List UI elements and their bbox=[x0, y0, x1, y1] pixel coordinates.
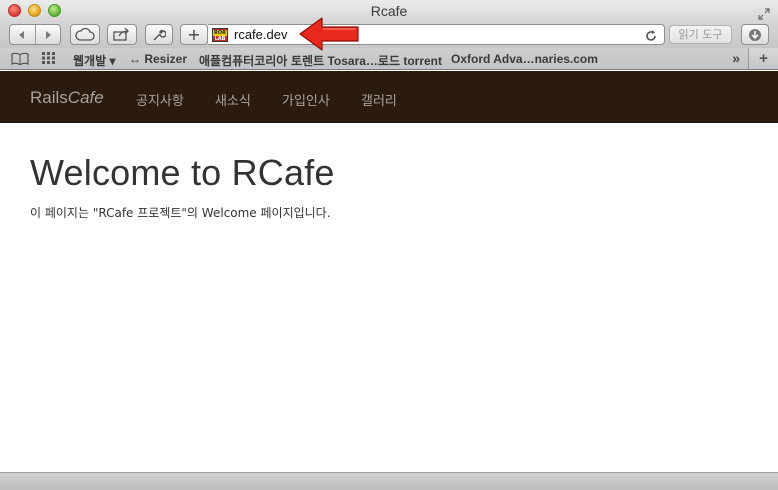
site-navbar: RailsCafe 공지사항 새소식 가입인사 갤러리 bbox=[0, 71, 778, 123]
reload-icon[interactable] bbox=[644, 28, 658, 47]
bookmark-item[interactable]: 애플컴퓨터코리아 bbox=[199, 52, 287, 69]
tools-button[interactable] bbox=[145, 24, 173, 45]
bookmarks-bar: 웹개발 ▾ ↔ Resizer 애플컴퓨터코리아 토렌트 Tosara…로드 t… bbox=[0, 48, 778, 70]
site-brand[interactable]: RailsCafe bbox=[30, 88, 104, 108]
window-bottom-bar bbox=[0, 472, 778, 490]
grid-icon[interactable] bbox=[42, 52, 56, 67]
brand-plain-text: Rails bbox=[30, 88, 68, 107]
site-favicon: ROR LAB bbox=[212, 27, 228, 42]
bookmark-item[interactable]: ↔ Resizer bbox=[129, 52, 187, 66]
fullscreen-icon[interactable] bbox=[758, 5, 770, 20]
nav-link-notices[interactable]: 공지사항 bbox=[136, 90, 184, 109]
back-icon bbox=[19, 30, 25, 39]
browser-toolbar: + ROR LAB rcafe.dev 읽기 도구 bbox=[0, 22, 778, 48]
book-icon[interactable] bbox=[11, 52, 29, 68]
red-arrow-icon bbox=[299, 17, 359, 51]
page-title: Welcome to RCafe bbox=[30, 152, 335, 193]
downloads-button[interactable] bbox=[741, 24, 769, 45]
add-bookmark-button[interactable]: + bbox=[180, 24, 208, 45]
share-icon bbox=[113, 28, 129, 41]
nav-link-greetings[interactable]: 가입인사 bbox=[282, 90, 330, 109]
new-tab-button[interactable]: + bbox=[748, 48, 778, 69]
icloud-tabs-button[interactable] bbox=[70, 24, 100, 45]
back-forward-group bbox=[9, 24, 61, 45]
bookmark-item[interactable]: 웹개발 ▾ bbox=[73, 52, 115, 69]
nav-link-gallery[interactable]: 갤러리 bbox=[361, 90, 397, 109]
cloud-icon bbox=[75, 28, 95, 41]
address-url[interactable]: rcafe.dev bbox=[234, 27, 287, 42]
intro-text: 이 페이지는 "RCafe 프로젝트"의 Welcome 페이지입니다. bbox=[30, 206, 331, 220]
reader-button[interactable]: 읽기 도구 bbox=[669, 25, 732, 44]
main-content: Welcome to RCafe 이 페이지는 "RCafe 프로젝트"의 We… bbox=[30, 152, 335, 221]
favicon-bottom-text: LAB bbox=[214, 35, 226, 42]
bookmarks-overflow-button[interactable]: » bbox=[732, 50, 740, 66]
wrench-icon bbox=[153, 28, 166, 41]
forward-button[interactable] bbox=[34, 25, 60, 44]
nav-link-news[interactable]: 새소식 bbox=[215, 90, 251, 109]
download-icon bbox=[749, 28, 761, 41]
window-titlebar: Rcafe bbox=[0, 0, 778, 22]
bookmark-item[interactable]: 토렌트 Tosara…로드 torrent bbox=[291, 52, 442, 69]
share-button[interactable] bbox=[107, 24, 137, 45]
window-title: Rcafe bbox=[370, 3, 408, 19]
bookmark-item[interactable]: Oxford Adva…naries.com bbox=[451, 52, 598, 66]
brand-italic-text: Cafe bbox=[67, 88, 104, 107]
back-button[interactable] bbox=[10, 25, 35, 44]
address-bar[interactable]: ROR LAB rcafe.dev bbox=[208, 24, 665, 45]
forward-icon bbox=[45, 30, 51, 39]
